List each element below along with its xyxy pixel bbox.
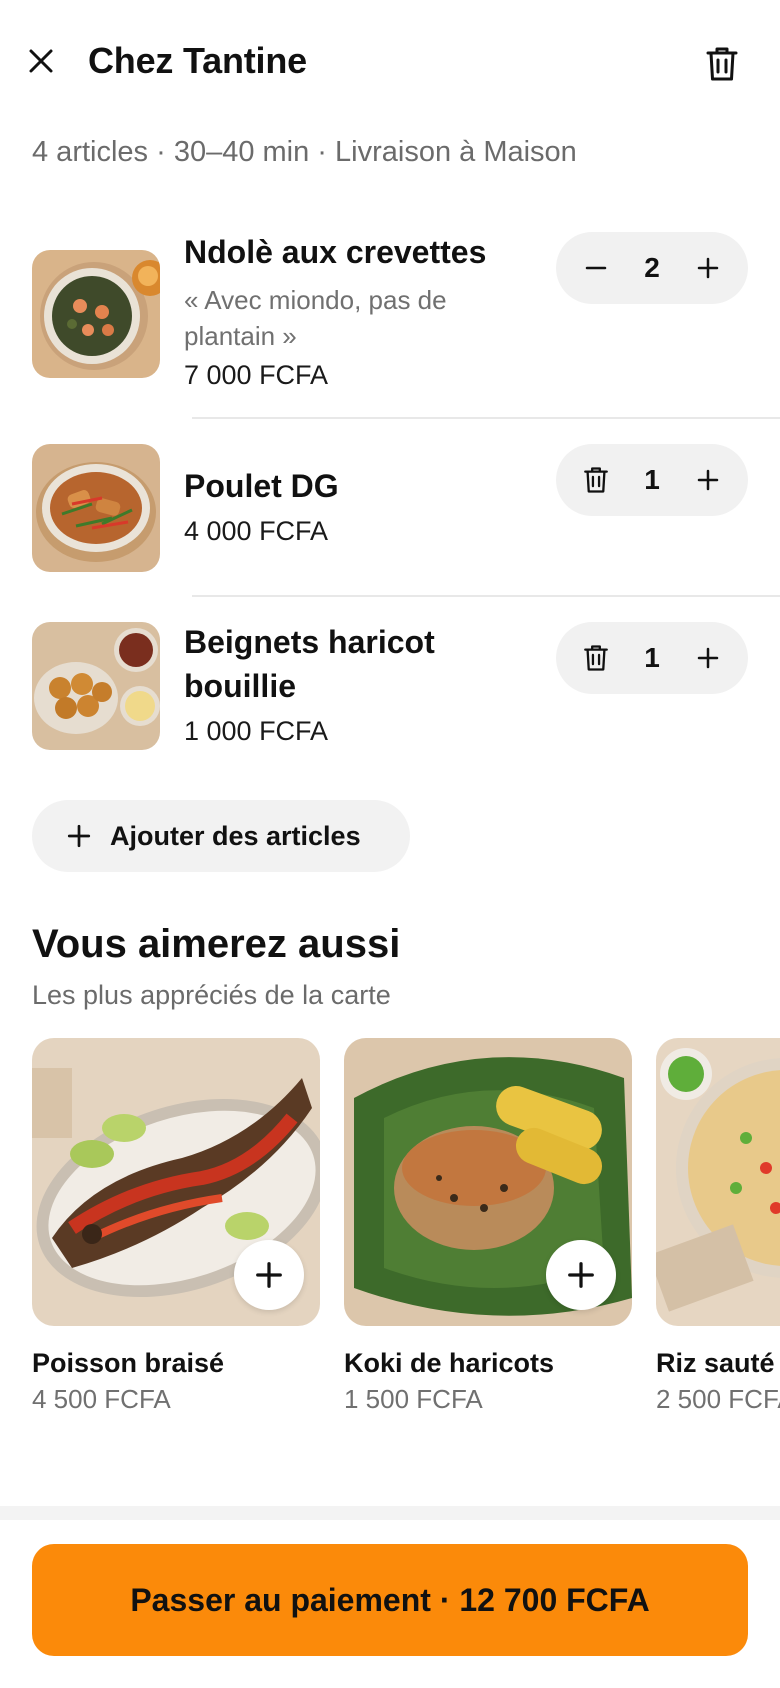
close-icon: [29, 49, 53, 73]
divider: [192, 595, 780, 597]
plus-icon: [697, 469, 719, 491]
decrease-button[interactable]: [578, 250, 614, 286]
suggestion-image: [32, 1038, 320, 1326]
suggestion-name: Koki de haricots: [344, 1348, 555, 1378]
item-price: 1 000 FCFA: [184, 716, 329, 746]
add-items-button[interactable]: Ajouter des articles: [32, 800, 410, 872]
checkout-button[interactable]: Passer au paiement · 12 700 FCFA: [32, 1544, 748, 1656]
trash-icon: [584, 467, 608, 493]
section-title: Vous aimerez aussi: [32, 922, 401, 966]
item-name: Beignets haricot bouillie: [184, 624, 435, 704]
suggestion-card[interactable]: Riz sauté légumes 2 500 FCFA: [656, 1038, 780, 1415]
minus-icon: [585, 266, 607, 270]
quantity-value: 1: [644, 642, 660, 673]
suggestion-card[interactable]: Poisson braisé 4 500 FCFA: [32, 1038, 320, 1415]
item-name: Poulet DG: [184, 468, 339, 504]
plus-icon: [697, 647, 719, 669]
suggestion-card[interactable]: Koki de haricots 1 500 FCFA: [344, 1038, 632, 1415]
page-title: Chez Tantine: [88, 40, 307, 81]
item-note: « Avec miondo, pas de plantain »: [184, 285, 447, 351]
item-image: [32, 250, 160, 378]
suggestion-price: 1 500 FCFA: [344, 1384, 483, 1414]
footer-separator: [0, 1506, 780, 1520]
item-price: 4 000 FCFA: [184, 516, 329, 546]
add-suggestion-button[interactable]: [234, 1240, 304, 1310]
item-image: [32, 622, 160, 750]
suggestion-image: [344, 1038, 632, 1326]
header: Chez Tantine: [0, 0, 780, 130]
item-name: Ndolè aux crevettes: [184, 234, 487, 270]
increase-button[interactable]: [690, 250, 726, 286]
plus-icon: [568, 1262, 594, 1288]
clear-cart-button[interactable]: [700, 42, 744, 86]
suggestion-name: Riz sauté légumes: [656, 1348, 780, 1378]
suggestions-carousel[interactable]: Poisson braisé 4 500 FCFA Koki de harico…: [0, 1038, 780, 1458]
divider: [192, 417, 780, 419]
remove-item-button[interactable]: [578, 640, 614, 676]
add-items-label: Ajouter des articles: [110, 820, 361, 851]
plus-icon: [697, 257, 719, 279]
quantity-value: 1: [644, 464, 660, 495]
suggestion-price: 4 500 FCFA: [32, 1384, 171, 1414]
plus-icon: [67, 824, 91, 848]
section-subtitle: Les plus appréciés de la carte: [32, 980, 391, 1010]
trash-icon: [584, 645, 608, 671]
add-suggestion-button[interactable]: [546, 1240, 616, 1310]
item-image: [32, 444, 160, 572]
quantity-value: 2: [644, 252, 660, 283]
increase-button[interactable]: [690, 462, 726, 498]
suggestion-image: [656, 1038, 780, 1326]
increase-button[interactable]: [690, 640, 726, 676]
checkout-label: Passer au paiement · 12 700 FCFA: [130, 1581, 650, 1618]
plus-icon: [256, 1262, 282, 1288]
order-summary: 4 articles · 30–40 min · Livraison à Mai…: [32, 136, 577, 168]
suggestion-name: Poisson braisé: [32, 1348, 225, 1378]
close-button[interactable]: [22, 42, 60, 80]
suggestion-price: 2 500 FCFA: [656, 1384, 780, 1414]
quantity-stepper: 1: [556, 444, 748, 516]
quantity-stepper: 1: [556, 622, 748, 694]
item-price: 7 000 FCFA: [184, 360, 329, 390]
trash-icon: [706, 47, 738, 81]
quantity-stepper: 2: [556, 232, 748, 304]
remove-item-button[interactable]: [578, 462, 614, 498]
